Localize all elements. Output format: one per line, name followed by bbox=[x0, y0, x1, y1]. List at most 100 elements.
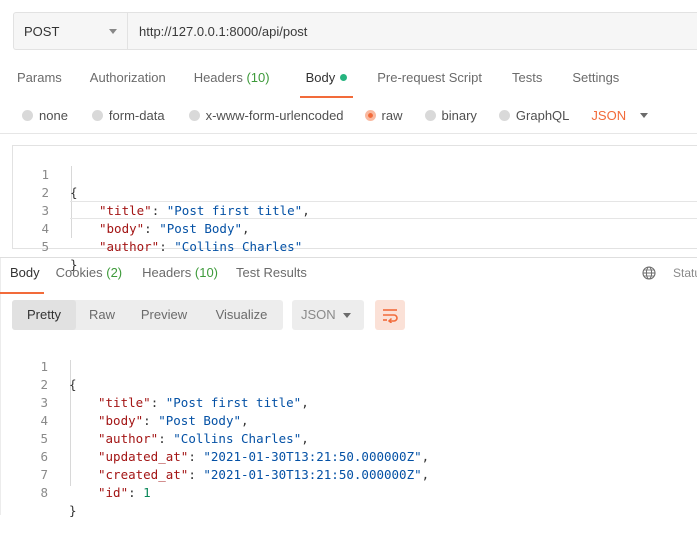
tab-label: Tests bbox=[511, 70, 543, 85]
code-line: 2 "title": "Post first title", bbox=[12, 358, 308, 410]
request-url-bar: POST http://127.0.0.1:8000/api/post bbox=[13, 12, 697, 50]
response-format-select[interactable]: JSON bbox=[292, 300, 364, 330]
panel-divider bbox=[0, 257, 697, 258]
json-value: "Post Body" bbox=[159, 221, 243, 236]
view-mode-group: Pretty Raw Preview Visualize bbox=[12, 300, 283, 330]
json-value: 1 bbox=[143, 485, 151, 500]
radio-circle-icon bbox=[91, 109, 103, 121]
tab-count: (10) bbox=[194, 265, 219, 280]
radio-label: binary bbox=[441, 107, 477, 123]
radio-label: form-data bbox=[108, 107, 165, 123]
code-line: 8 } bbox=[12, 466, 76, 518]
json-key: "updated_at" bbox=[98, 449, 189, 464]
code-line: 3 "body": "Post Body", bbox=[13, 184, 249, 236]
json-value: "Post first title" bbox=[166, 203, 303, 218]
code-text: } bbox=[69, 503, 77, 518]
request-body-editor[interactable]: 1 { 2 "title": "Post first title", 3 "bo… bbox=[12, 145, 697, 272]
tab-headers[interactable]: Headers (10) bbox=[194, 64, 270, 94]
json-key: "body" bbox=[98, 413, 144, 428]
tab-body[interactable]: Body bbox=[299, 64, 353, 98]
request-tabs: Params Authorization Headers (10) Body P… bbox=[17, 64, 619, 98]
body-format-select[interactable]: JSON bbox=[591, 107, 649, 123]
json-value: "Post first title" bbox=[165, 395, 302, 410]
json-key: "author" bbox=[99, 239, 160, 254]
tab-pre-request-script[interactable]: Pre-request Script bbox=[377, 64, 482, 94]
tab-label: Authorization bbox=[89, 70, 166, 85]
code-text: { bbox=[69, 377, 77, 392]
tab-label: Body bbox=[305, 70, 336, 85]
chevron-down-icon bbox=[640, 112, 649, 118]
view-pretty-button[interactable]: Pretty bbox=[12, 300, 76, 330]
tab-count: (2) bbox=[106, 265, 123, 280]
radio-form-data[interactable]: form-data bbox=[91, 107, 165, 123]
response-body-viewer[interactable]: 1 { 2 "title": "Post first title", 3 "bo… bbox=[12, 340, 697, 518]
view-visualize-button[interactable]: Visualize bbox=[200, 300, 283, 330]
code-line: 4 "author": "Collins Charles" bbox=[13, 202, 302, 254]
line-number: 8 bbox=[40, 485, 48, 500]
tab-label: Test Results bbox=[236, 265, 307, 280]
json-key: "id" bbox=[98, 485, 129, 500]
method-select[interactable]: POST bbox=[14, 13, 128, 49]
tab-response-body[interactable]: Body bbox=[0, 262, 44, 294]
method-label: POST bbox=[24, 23, 60, 39]
radio-raw[interactable]: raw bbox=[364, 108, 403, 123]
json-value: "2021-01-30T13:21:50.000000Z" bbox=[203, 467, 422, 482]
active-dot-icon bbox=[340, 74, 348, 81]
code-line: 6 "created_at": "2021-01-30T13:21:50.000… bbox=[12, 430, 429, 482]
json-key: "title" bbox=[98, 395, 151, 410]
tab-tests[interactable]: Tests bbox=[512, 64, 542, 94]
radio-label: GraphQL bbox=[515, 107, 570, 123]
radio-circle-icon bbox=[22, 109, 33, 121]
wrap-lines-icon bbox=[383, 309, 398, 323]
code-line: 5 "updated_at": "2021-01-30T13:21:50.000… bbox=[12, 412, 429, 464]
tab-label: Body bbox=[10, 265, 40, 280]
body-type-options: none form-data x-www-form-urlencoded raw… bbox=[22, 103, 649, 127]
divider bbox=[0, 133, 697, 134]
json-key: "created_at" bbox=[98, 467, 189, 482]
radio-label: none bbox=[39, 107, 68, 123]
code-line: 5 } bbox=[13, 220, 77, 272]
chevron-down-icon bbox=[343, 313, 351, 318]
json-value: "Collins Charles" bbox=[173, 431, 302, 446]
tab-cookies[interactable]: Cookies (2) bbox=[56, 262, 122, 286]
json-key: "author" bbox=[98, 431, 159, 446]
radio-selected-icon bbox=[364, 109, 376, 121]
code-line: 1 { bbox=[13, 148, 77, 200]
response-status-label: Statu bbox=[673, 266, 697, 280]
radio-circle-icon bbox=[498, 109, 510, 121]
tab-label: Cookies bbox=[55, 265, 103, 280]
json-value: "2021-01-30T13:21:50.000000Z" bbox=[203, 449, 422, 464]
json-value: "Collins Charles" bbox=[174, 239, 303, 254]
code-text: { bbox=[70, 185, 78, 200]
chevron-down-icon bbox=[109, 29, 117, 34]
radio-none[interactable]: none bbox=[22, 108, 68, 123]
radio-x-www-form-urlencoded[interactable]: x-www-form-urlencoded bbox=[188, 108, 344, 123]
json-value: "Post Body" bbox=[158, 413, 242, 428]
json-key: "title" bbox=[99, 203, 152, 218]
body-format-label: JSON bbox=[591, 107, 627, 123]
response-tabs: Body Cookies (2) Headers (10) Test Resul… bbox=[0, 262, 307, 294]
tab-authorization[interactable]: Authorization bbox=[90, 64, 166, 94]
globe-icon[interactable] bbox=[642, 266, 656, 280]
wrap-lines-button[interactable] bbox=[375, 300, 405, 330]
url-text: http://127.0.0.1:8000/api/post bbox=[139, 23, 308, 39]
radio-circle-icon bbox=[424, 109, 436, 121]
json-key: "body" bbox=[99, 221, 145, 236]
panel-left-border bbox=[0, 258, 1, 515]
tab-label: Settings bbox=[572, 70, 620, 85]
tab-test-results[interactable]: Test Results bbox=[236, 262, 307, 286]
tab-label: Headers bbox=[193, 70, 243, 85]
radio-circle-icon bbox=[188, 109, 200, 121]
tab-settings[interactable]: Settings bbox=[572, 64, 619, 94]
view-preview-button[interactable]: Preview bbox=[128, 300, 200, 330]
code-line: 2 "title": "Post first title", bbox=[13, 166, 309, 218]
tab-params[interactable]: Params bbox=[17, 64, 62, 94]
radio-binary[interactable]: binary bbox=[424, 107, 477, 123]
radio-graphql[interactable]: GraphQL bbox=[498, 107, 570, 123]
line-number: 5 bbox=[41, 239, 49, 254]
url-input[interactable]: http://127.0.0.1:8000/api/post bbox=[128, 13, 697, 49]
code-line: 7 "id": 1 bbox=[12, 448, 150, 500]
view-raw-button[interactable]: Raw bbox=[76, 300, 128, 330]
tab-response-headers[interactable]: Headers (10) bbox=[142, 262, 218, 286]
code-line: 3 "body": "Post Body", bbox=[12, 376, 248, 428]
